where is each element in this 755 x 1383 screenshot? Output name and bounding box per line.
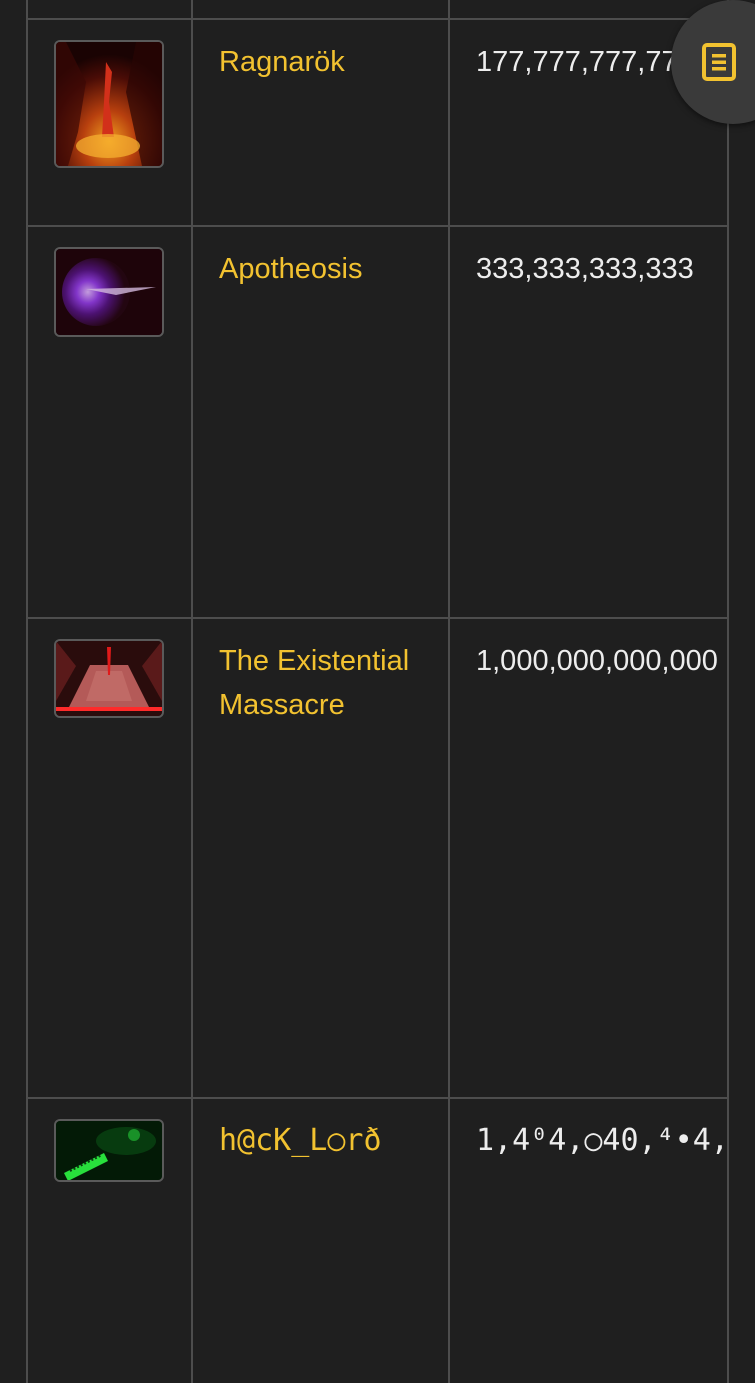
name-cell: The Existential Massacre	[193, 619, 450, 1097]
item-name[interactable]: The Existential Massacre	[219, 639, 439, 727]
name-cell: h@cK_L○rð	[193, 1099, 450, 1383]
table-row: Apotheosis 333,333,333,333	[28, 225, 727, 617]
image-cell	[28, 20, 193, 225]
ragnarok-icon[interactable]	[54, 40, 164, 168]
item-value: 333,333,333,333	[476, 253, 694, 285]
name-cell: Apotheosis	[193, 227, 450, 617]
document-list-icon	[702, 43, 736, 81]
existential-massacre-icon[interactable]	[54, 639, 164, 718]
item-value: 1,000,000,000,000	[476, 645, 718, 677]
item-value: 1,4⁰4,○40,⁴•4,ø⁴	[476, 1123, 727, 1158]
table-row: The Existential Massacre 1,000,000,000,0…	[28, 617, 727, 1097]
value-cell: 333,333,333,333	[450, 227, 727, 617]
item-name[interactable]: Ragnarök	[219, 40, 448, 84]
apotheosis-icon[interactable]	[54, 247, 164, 337]
value-cell: 1,4⁰4,○40,⁴•4,ø⁴	[450, 1099, 727, 1383]
page: Ragnarök 177,777,777,777 Apotheosis 333,…	[0, 0, 755, 1383]
hack-lord-icon[interactable]	[54, 1119, 164, 1182]
name-cell: Ragnarök	[193, 20, 450, 225]
table-row: h@cK_L○rð 1,4⁰4,○40,⁴•4,ø⁴	[28, 1097, 727, 1383]
image-cell	[28, 619, 193, 1097]
image-cell	[28, 227, 193, 617]
table-row: Ragnarök 177,777,777,777	[28, 18, 727, 225]
item-name[interactable]: Apotheosis	[219, 247, 448, 291]
item-name[interactable]: h@cK_L○rð	[219, 1119, 448, 1163]
image-cell	[28, 1099, 193, 1383]
item-table: Ragnarök 177,777,777,777 Apotheosis 333,…	[26, 0, 729, 1383]
table-row-partial	[28, 0, 727, 18]
value-cell: 1,000,000,000,000	[450, 619, 727, 1097]
